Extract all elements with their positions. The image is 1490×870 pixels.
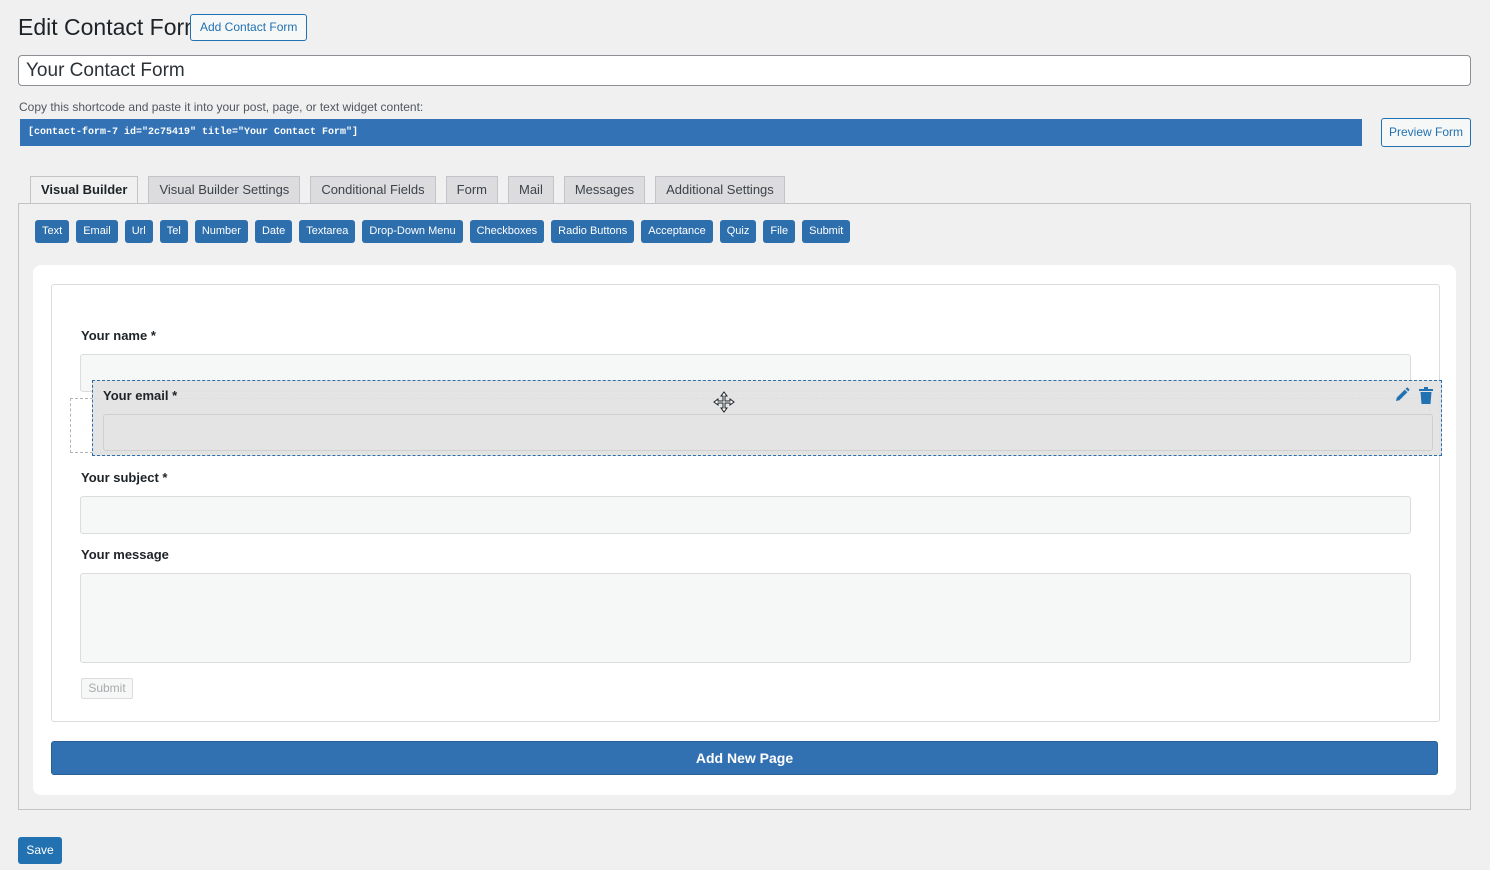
field-button-date[interactable]: Date bbox=[254, 220, 293, 243]
field-button-tel[interactable]: Tel bbox=[159, 220, 188, 243]
name-field-label: Your name * bbox=[81, 328, 156, 343]
form-title-input[interactable] bbox=[18, 55, 1471, 86]
page-title: Edit Contact Form bbox=[18, 14, 204, 40]
field-button-radio[interactable]: Radio Buttons bbox=[551, 220, 635, 243]
trash-icon[interactable] bbox=[1419, 387, 1433, 404]
tab-messages[interactable]: Messages bbox=[563, 176, 646, 204]
add-contact-form-button[interactable]: Add Contact Form bbox=[190, 14, 308, 41]
shortcode-box[interactable]: [contact-form-7 id="2c75419" title="Your… bbox=[20, 119, 1362, 146]
field-button-url[interactable]: Url bbox=[124, 220, 153, 243]
field-button-checkboxes[interactable]: Checkboxes bbox=[469, 220, 545, 243]
field-button-dropdown[interactable]: Drop-Down Menu bbox=[362, 220, 463, 243]
field-button-number[interactable]: Number bbox=[194, 220, 248, 243]
save-button[interactable]: Save bbox=[18, 837, 62, 864]
subject-field-label: Your subject * bbox=[81, 470, 168, 485]
tab-visual-builder[interactable]: Visual Builder bbox=[30, 176, 139, 205]
field-button-submit[interactable]: Submit bbox=[802, 220, 851, 243]
tab-visual-builder-settings[interactable]: Visual Builder Settings bbox=[148, 176, 301, 204]
tab-additional-settings[interactable]: Additional Settings bbox=[655, 176, 785, 204]
pencil-icon[interactable] bbox=[1394, 387, 1410, 403]
email-field-dragging[interactable]: Your email * bbox=[92, 380, 1442, 456]
shortcode-label: Copy this shortcode and paste it into yo… bbox=[19, 100, 424, 114]
submit-field-preview: Submit bbox=[81, 678, 133, 699]
move-icon[interactable] bbox=[713, 391, 735, 413]
field-button-bar: Text Email Url Tel Number Date Textarea … bbox=[35, 220, 851, 243]
tab-conditional-fields[interactable]: Conditional Fields bbox=[310, 176, 436, 204]
message-field-label: Your message bbox=[81, 547, 169, 562]
tab-mail[interactable]: Mail bbox=[508, 176, 554, 204]
subject-field-input[interactable] bbox=[80, 496, 1411, 534]
tab-bar: Visual Builder Visual Builder Settings C… bbox=[30, 176, 785, 205]
field-button-textarea[interactable]: Textarea bbox=[299, 220, 356, 243]
field-button-quiz[interactable]: Quiz bbox=[719, 220, 757, 243]
tab-form[interactable]: Form bbox=[445, 176, 498, 204]
email-field-label: Your email * bbox=[103, 388, 178, 403]
email-field-input[interactable] bbox=[103, 414, 1433, 451]
field-button-file[interactable]: File bbox=[763, 220, 796, 243]
message-field-textarea[interactable] bbox=[80, 573, 1411, 663]
field-button-email[interactable]: Email bbox=[76, 220, 118, 243]
field-button-text[interactable]: Text bbox=[35, 220, 70, 243]
field-button-acceptance[interactable]: Acceptance bbox=[641, 220, 713, 243]
preview-form-button[interactable]: Preview Form bbox=[1381, 118, 1471, 147]
add-new-page-button[interactable]: Add New Page bbox=[51, 741, 1438, 775]
